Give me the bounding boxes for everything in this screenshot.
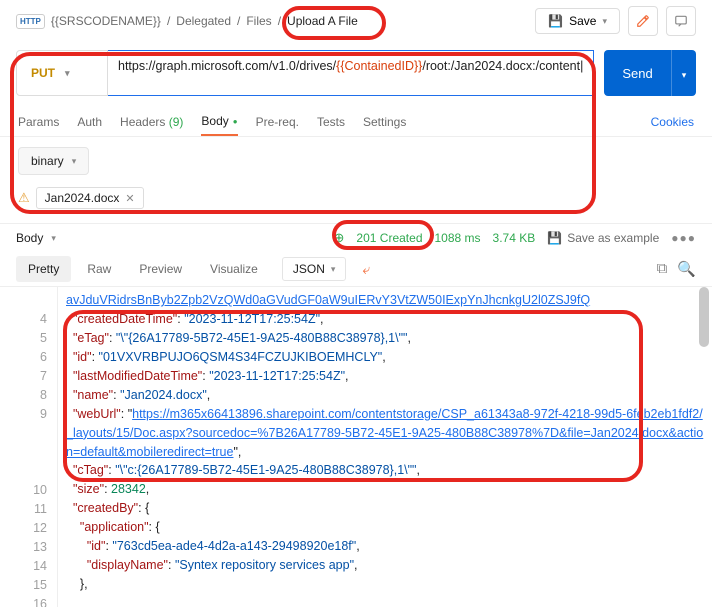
breadcrumb-item[interactable]: {{SRSCODENAME}} bbox=[51, 14, 161, 28]
url-input[interactable]: https://graph.microsoft.com/v1.0/drives/… bbox=[108, 50, 594, 96]
save-example-label: Save as example bbox=[567, 231, 659, 245]
json-content[interactable]: avJduVRidrsBnByb2Zpb2VzQWd0aGVudGF0aW9uI… bbox=[58, 287, 712, 607]
line-gutter: 45678910111213141516 bbox=[0, 287, 58, 607]
view-preview[interactable]: Preview bbox=[127, 256, 194, 282]
edit-button[interactable] bbox=[628, 6, 658, 36]
tab-settings[interactable]: Settings bbox=[363, 109, 406, 135]
response-view-tabs: Pretty Raw Preview Visualize JSON ▾ ⤶ ⧉ … bbox=[0, 252, 712, 287]
response-body-viewer[interactable]: 45678910111213141516 avJduVRidrsBnByb2Zp… bbox=[0, 287, 712, 607]
request-row: PUT ▾ https://graph.microsoft.com/v1.0/d… bbox=[0, 42, 712, 104]
scrollbar[interactable] bbox=[698, 287, 710, 607]
comments-button[interactable] bbox=[666, 6, 696, 36]
body-type-select[interactable]: binary ▾ bbox=[18, 147, 89, 175]
response-time: 1088 ms bbox=[435, 231, 481, 245]
cookies-link[interactable]: Cookies bbox=[651, 109, 694, 135]
tab-auth[interactable]: Auth bbox=[77, 109, 102, 135]
view-pretty[interactable]: Pretty bbox=[16, 256, 71, 282]
status-code: 201 bbox=[356, 231, 376, 245]
top-toolbar: HTTP {{SRSCODENAME}} / Delegated / Files… bbox=[0, 0, 712, 42]
breadcrumb-separator: / bbox=[237, 14, 240, 28]
network-icon[interactable]: ⊕ bbox=[334, 230, 345, 246]
tab-body[interactable]: Body bbox=[201, 108, 237, 136]
tab-tests[interactable]: Tests bbox=[317, 109, 345, 135]
scrollbar-thumb[interactable] bbox=[699, 287, 709, 347]
url-text: /root:/Jan2024.docx:/content bbox=[422, 59, 580, 73]
method-label: PUT bbox=[31, 66, 55, 80]
breadcrumb-separator: / bbox=[167, 14, 170, 28]
file-attachment-row: ⚠ Jan2024.docx ✕ bbox=[0, 183, 712, 223]
url-variable: {{ContainedID}} bbox=[336, 59, 422, 73]
request-tabs: Params Auth Headers (9) Body Pre-req. Te… bbox=[0, 104, 712, 137]
status-text: Created bbox=[380, 231, 423, 245]
headers-count: (9) bbox=[169, 115, 184, 129]
warning-icon: ⚠ bbox=[18, 190, 30, 206]
save-example-button[interactable]: 💾 Save as example bbox=[547, 231, 659, 245]
tab-headers[interactable]: Headers (9) bbox=[120, 109, 183, 135]
tab-params[interactable]: Params bbox=[18, 109, 59, 135]
save-icon: 💾 bbox=[548, 14, 563, 28]
chevron-down-icon[interactable]: ▾ bbox=[602, 16, 607, 27]
save-icon: 💾 bbox=[547, 231, 562, 245]
response-format-select[interactable]: JSON ▾ bbox=[282, 257, 347, 281]
send-button[interactable]: Send bbox=[604, 50, 670, 96]
response-size: 3.74 KB bbox=[493, 231, 536, 245]
send-options-button[interactable]: ▾ bbox=[671, 50, 697, 96]
tab-prereq[interactable]: Pre-req. bbox=[256, 109, 299, 135]
save-button[interactable]: 💾 Save ▾ bbox=[535, 8, 620, 34]
chevron-down-icon[interactable]: ▾ bbox=[51, 233, 56, 244]
wrap-lines-button[interactable]: ⤶ bbox=[356, 257, 376, 282]
chevron-down-icon: ▾ bbox=[65, 68, 70, 79]
body-type-label: binary bbox=[31, 154, 64, 168]
http-badge: HTTP bbox=[16, 14, 45, 29]
view-visualize[interactable]: Visualize bbox=[198, 256, 270, 282]
response-section-label[interactable]: Body bbox=[16, 231, 43, 245]
response-bar: Body ▾ ⊕ 201 Created 1088 ms 3.74 KB 💾 S… bbox=[0, 223, 712, 252]
remove-file-icon[interactable]: ✕ bbox=[125, 192, 134, 205]
url-text: https://graph.microsoft.com/v1.0/drives/ bbox=[118, 59, 336, 73]
chevron-down-icon: ▾ bbox=[682, 70, 687, 80]
search-icon[interactable]: 🔍 bbox=[677, 260, 696, 278]
chevron-down-icon: ▾ bbox=[72, 156, 77, 167]
breadcrumb-active: Upload A File bbox=[287, 14, 358, 28]
method-select[interactable]: PUT ▾ bbox=[16, 50, 108, 96]
body-type-row: binary ▾ bbox=[0, 137, 712, 183]
file-name: Jan2024.docx bbox=[45, 191, 120, 205]
file-chip[interactable]: Jan2024.docx ✕ bbox=[36, 187, 144, 209]
breadcrumb-item[interactable]: Delegated bbox=[176, 14, 231, 28]
breadcrumb-item[interactable]: Files bbox=[246, 14, 271, 28]
tab-headers-label: Headers bbox=[120, 115, 165, 129]
breadcrumb-separator: / bbox=[278, 14, 281, 28]
format-label: JSON bbox=[293, 262, 325, 276]
text-cursor: | bbox=[580, 59, 583, 73]
more-options-icon[interactable]: ●●● bbox=[671, 231, 696, 245]
copy-icon[interactable]: ⧉ bbox=[657, 260, 668, 278]
chevron-down-icon: ▾ bbox=[331, 264, 336, 275]
save-label: Save bbox=[569, 14, 596, 28]
view-raw[interactable]: Raw bbox=[75, 256, 123, 282]
response-status: 201 Created bbox=[356, 231, 422, 245]
